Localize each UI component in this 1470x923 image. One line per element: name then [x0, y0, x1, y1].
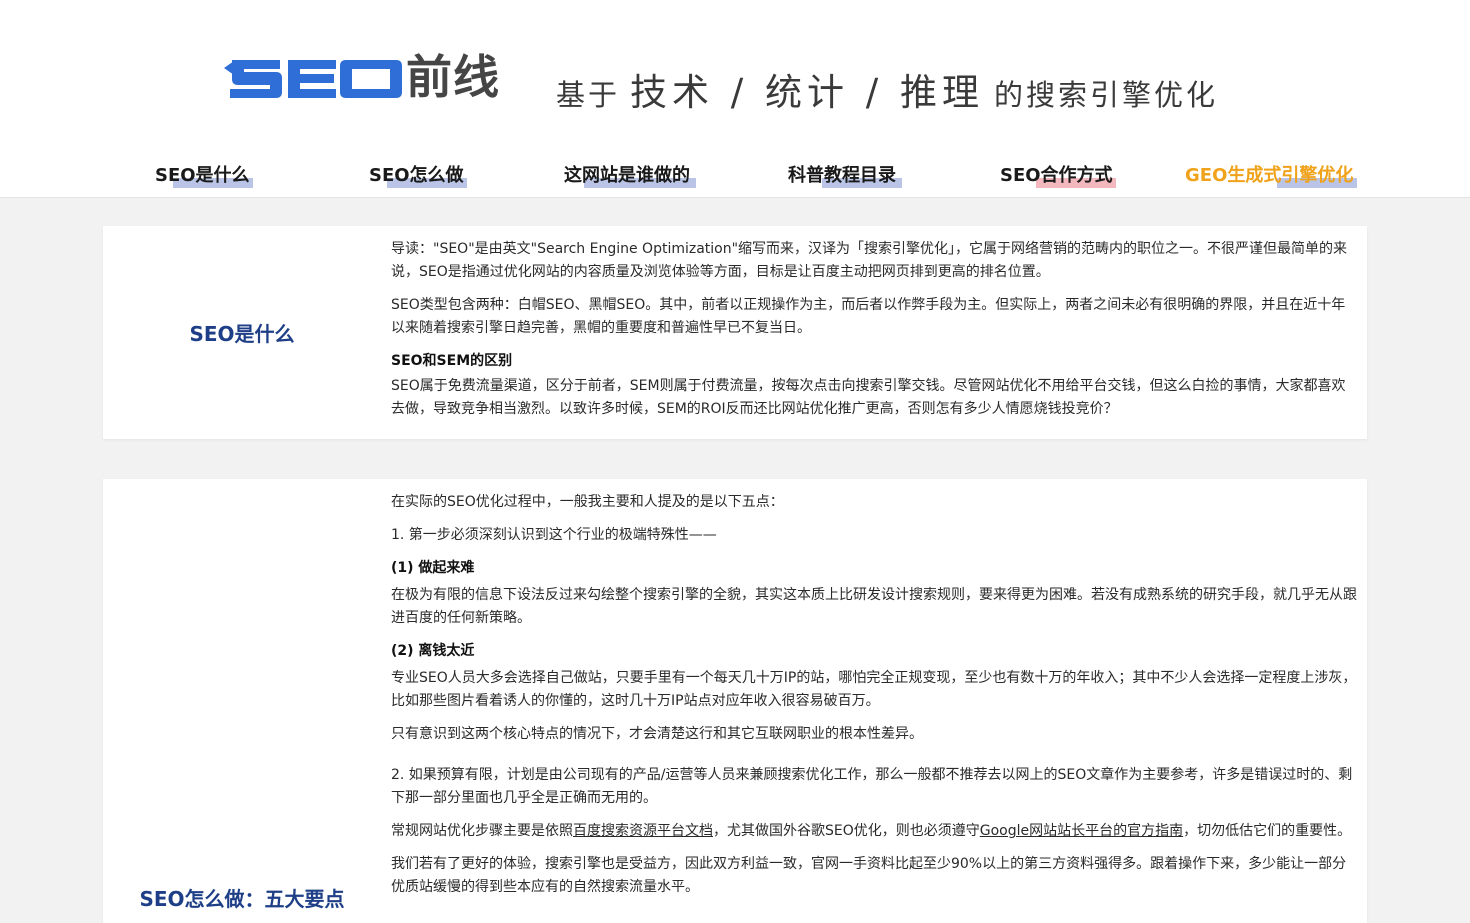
sub-paragraph-money: 专业SEO人员大多会选择自己做站，只要手里有一个每天几十万IP的站，哪怕完全正规… [391, 670, 1357, 709]
slogan-prefix: 基于 [556, 78, 621, 112]
google-guide-link[interactable]: Google网站站长平台的官方指南 [980, 823, 1183, 839]
nav-item-label: GEO生成式引擎优化 [1185, 165, 1354, 186]
sub-paragraph-hard: 在极为有限的信息下设法反过来勾绘整个搜索引擎的全貌，其实这本质上比研发设计搜索规… [391, 587, 1357, 626]
section-title: SEO是什么 [189, 322, 295, 346]
experience-paragraph: 我们若有了更好的体验，搜索引擎也是受益方，因此双方利益一致，官网一手资料比起至少… [391, 856, 1347, 895]
intro-paragraph: 在实际的SEO优化过程中，一般我主要和人提及的是以下五点： [391, 494, 784, 510]
logo-cn-text: 前线 [406, 50, 500, 104]
sub-heading-hard: (1) 做起来难 [391, 560, 475, 576]
sub-heading-money: (2) 离钱太近 [391, 643, 475, 659]
section-content: 导读："SEO"是由英文"Search Engine Optimization"… [391, 238, 1357, 431]
steps-suffix: ，切勿低估它们的重要性。 [1183, 823, 1352, 839]
seo-logo-icon [224, 60, 402, 98]
nav-item-label: SEO怎么做 [369, 165, 464, 186]
site-slogan: 基于 技术 / 统计 / 推理 的搜索引擎优化 [556, 62, 1219, 114]
nav-item-label: 这网站是谁做的 [564, 165, 690, 186]
intro-paragraph: 导读："SEO"是由英文"Search Engine Optimization"… [391, 241, 1348, 280]
baidu-docs-link[interactable]: 百度搜索资源平台文档 [573, 823, 713, 839]
section-content: 在实际的SEO优化过程中，一般我主要和人提及的是以下五点： 1. 第一步必须深刻… [391, 491, 1357, 909]
section-what-is-seo: SEO是什么 导读："SEO"是由英文"Search Engine Optimi… [103, 226, 1367, 439]
slogan-core: 技术 / 统计 / 推理 [630, 71, 984, 114]
nav-item-label: SEO合作方式 [1000, 165, 1113, 186]
nav-item-label: 科普教程目录 [788, 165, 896, 186]
point-1: 1. 第一步必须深刻认识到这个行业的极端特殊性—— [391, 527, 717, 543]
official-docs-paragraph: 常规网站优化步骤主要是依照百度搜索资源平台文档，尤其做国外谷歌SEO优化，则也必… [391, 820, 1357, 843]
nav-item-what-is-seo[interactable]: SEO是什么 [155, 160, 253, 192]
nav-item-about-author[interactable]: 这网站是谁做的 [564, 160, 696, 192]
main-nav: SEO是什么 SEO怎么做 这网站是谁做的 科普教程目录 SEO合作方式 GEO… [95, 160, 1375, 196]
nav-item-how-to-seo[interactable]: SEO怎么做 [369, 160, 467, 192]
slogan-suffix: 的搜索引擎优化 [994, 78, 1219, 112]
section-title: SEO怎么做：五大要点 [139, 887, 345, 911]
nav-item-geo[interactable]: GEO生成式引擎优化 [1185, 160, 1357, 192]
site-logo[interactable]: 前线 [224, 50, 500, 104]
seo-types-paragraph: SEO类型包含两种：白帽SEO、黑帽SEO。其中，前者以正规操作为主，而后者以作… [391, 297, 1346, 336]
sem-diff-heading: SEO和SEM的区别 [391, 353, 513, 369]
nav-item-tutorial-index[interactable]: 科普教程目录 [788, 160, 902, 192]
nav-item-label: SEO是什么 [155, 165, 250, 186]
steps-middle: ，尤其做国外谷歌SEO优化，则也必须遵守 [713, 823, 980, 839]
nav-item-cooperation[interactable]: SEO合作方式 [1000, 160, 1116, 192]
steps-prefix: 常规网站优化步骤主要是依照 [391, 823, 573, 839]
site-header: 前线 基于 技术 / 统计 / 推理 的搜索引擎优化 SEO是什么 SEO怎么做… [0, 0, 1470, 198]
point-2: 2. 如果预算有限，计划是由公司现有的产品/运营等人员来兼顾搜索优化工作，那么一… [391, 767, 1353, 806]
sub-conclusion: 只有意识到这两个核心特点的情况下，才会清楚这行和其它互联网职业的根本性差异。 [391, 726, 923, 742]
sem-diff-paragraph: SEO属于免费流量渠道，区分于前者，SEM则属于付费流量，按每次点击向搜索引擎交… [391, 378, 1346, 417]
section-how-to-seo: SEO怎么做：五大要点 在实际的SEO优化过程中，一般我主要和人提及的是以下五点… [103, 479, 1367, 923]
